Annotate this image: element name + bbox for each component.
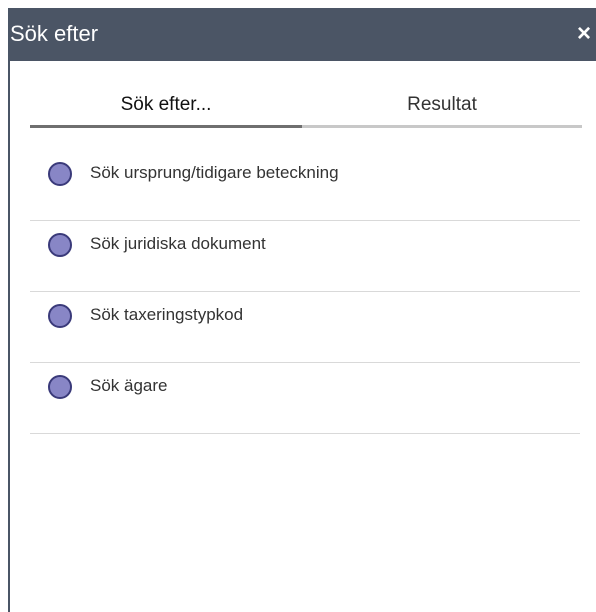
panel-title: Sök efter [10,21,99,46]
tab-search[interactable]: Sök efter... [30,90,302,128]
option-origin-designation[interactable]: Sök ursprung/tidigare beteckning [30,150,580,221]
option-label: Sök ägare [90,376,168,395]
search-options-list: Sök ursprung/tidigare beteckning Sök jur… [30,150,580,434]
option-legal-documents[interactable]: Sök juridiska dokument [30,221,580,292]
option-label: Sök taxeringstypkod [90,305,244,324]
radio-button[interactable] [48,233,72,257]
close-button[interactable]: × [572,22,596,46]
tab-bar: Sök efter... Resultat [30,90,582,128]
option-owner[interactable]: Sök ägare [30,363,580,434]
radio-button[interactable] [48,304,72,328]
option-tax-type-code[interactable]: Sök taxeringstypkod [30,292,580,363]
option-label: Sök ursprung/tidigare beteckning [90,163,339,182]
option-label: Sök juridiska dokument [90,234,266,253]
radio-button[interactable] [48,375,72,399]
panel-header: Sök efter × [10,8,596,61]
search-panel: Sök efter × Sök efter... Resultat Sök ur… [8,8,596,612]
radio-button[interactable] [48,162,72,186]
tab-results[interactable]: Resultat [302,90,582,128]
